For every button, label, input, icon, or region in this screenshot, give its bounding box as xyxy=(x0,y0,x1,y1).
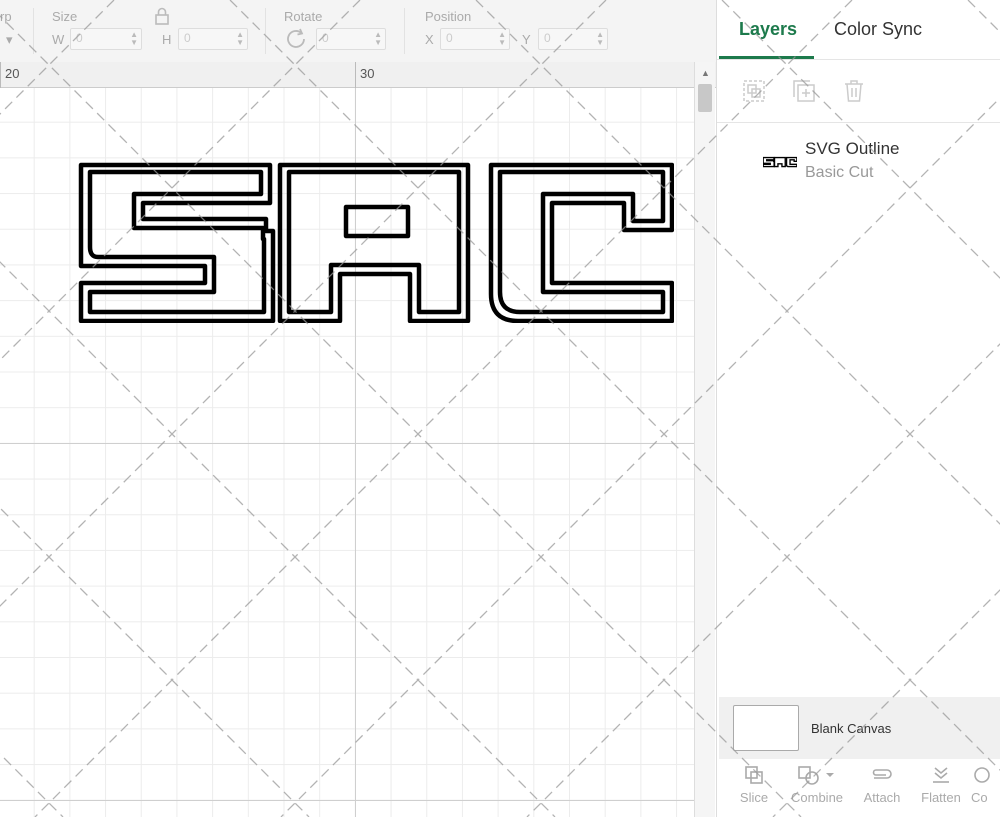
layer-tools-bar: Slice Combine Attach Flatten Co xyxy=(717,759,1000,817)
layer-actions xyxy=(717,60,1000,123)
x-stepper-icon[interactable]: ▲ ▼ xyxy=(498,31,506,47)
width-stepper-icon[interactable]: ▲ ▼ xyxy=(130,31,138,47)
position-label: Position xyxy=(425,9,472,24)
canvas-scrollbar[interactable]: ▲ xyxy=(694,62,715,817)
width-value: 0 xyxy=(76,31,83,45)
sac-outline-design[interactable] xyxy=(78,161,674,323)
edit-toolbar: rp ▾ Size W 0 ▲ ▼ H 0 ▲ ▼ Rotate 0 ▲ ▼ Posi… xyxy=(0,0,716,63)
toolbar-divider xyxy=(33,8,34,54)
tab-layers[interactable]: Layers xyxy=(739,19,797,40)
toolbar-partial-label: rp xyxy=(0,9,12,24)
scroll-up-icon[interactable]: ▲ xyxy=(701,68,710,78)
attach-label: Attach xyxy=(863,790,901,805)
layer-title: SVG Outline xyxy=(805,139,900,158)
duplicate-icon[interactable] xyxy=(791,78,817,104)
layer-operation: Basic Cut xyxy=(805,164,874,181)
canvas-background-row[interactable]: Blank Canvas xyxy=(719,697,1000,759)
contour-label: Co xyxy=(971,790,988,805)
toolbar-divider xyxy=(404,8,405,54)
combine-icon xyxy=(798,766,834,785)
letter-c-outer xyxy=(488,162,674,323)
contour-button[interactable]: Co xyxy=(971,764,1000,805)
letter-a-outer xyxy=(277,162,471,323)
ruler-mark-30: 30 xyxy=(360,66,375,81)
ruler-tick xyxy=(0,62,1,88)
letter-c-inner xyxy=(497,169,666,315)
attach-icon xyxy=(872,769,892,779)
x-label: X xyxy=(425,32,434,47)
slice-label: Slice xyxy=(739,790,769,805)
rotate-label: Rotate xyxy=(284,9,323,24)
toolbar-divider xyxy=(265,8,266,54)
x-value: 0 xyxy=(446,31,453,45)
letter-a-inner xyxy=(286,169,462,315)
ruler-tick xyxy=(355,62,356,88)
blank-canvas-swatch[interactable] xyxy=(733,705,799,751)
ruler-mark-20: 20 xyxy=(5,66,20,81)
letter-s-inner xyxy=(87,169,267,315)
slice-icon xyxy=(745,766,763,784)
scrollbar-thumb[interactable] xyxy=(698,84,712,112)
design-canvas[interactable] xyxy=(0,88,694,817)
horizontal-ruler: 20 30 xyxy=(0,62,716,88)
height-stepper-icon[interactable]: ▲ ▼ xyxy=(236,31,244,47)
y-stepper-icon[interactable]: ▲ ▼ xyxy=(596,31,604,47)
x-position-input[interactable]: 0 ▲ ▼ xyxy=(440,28,510,50)
flatten-label: Flatten xyxy=(921,790,961,805)
lock-icon[interactable] xyxy=(154,6,170,33)
rotate-input[interactable]: 0 ▲ ▼ xyxy=(316,28,386,50)
tab-color-sync[interactable]: Color Sync xyxy=(834,19,922,40)
contour-icon xyxy=(974,767,990,783)
combine-button[interactable]: Combine xyxy=(791,764,844,805)
y-value: 0 xyxy=(544,31,551,45)
y-label: Y xyxy=(522,32,531,47)
size-label: Size xyxy=(52,9,78,24)
group-icon[interactable] xyxy=(741,78,767,104)
flatten-icon xyxy=(933,767,949,783)
height-label: H xyxy=(162,32,172,47)
flatten-button[interactable]: Flatten xyxy=(916,764,966,805)
letter-a-counter xyxy=(343,204,411,239)
layer-thumbnail xyxy=(763,156,797,168)
blank-canvas-label: Blank Canvas xyxy=(811,721,892,736)
letter-s-outer xyxy=(78,162,276,323)
rotate-value: 0 xyxy=(322,31,329,45)
y-position-input[interactable]: 0 ▲ ▼ xyxy=(538,28,608,50)
dropdown-chevron-icon[interactable]: ▾ xyxy=(6,32,13,48)
rotate-icon[interactable] xyxy=(285,28,309,55)
layers-panel: Layers Color Sync SVG Outline Basic Cut … xyxy=(716,0,1000,817)
width-input[interactable]: 0 ▲ ▼ xyxy=(70,28,142,50)
rotate-stepper-icon[interactable]: ▲ ▼ xyxy=(374,31,382,47)
delete-icon[interactable] xyxy=(841,78,867,104)
layer-item[interactable]: SVG Outline Basic Cut xyxy=(717,125,1000,195)
width-label: W xyxy=(52,32,65,47)
attach-button[interactable]: Attach xyxy=(857,764,907,805)
height-value: 0 xyxy=(184,31,191,45)
slice-button[interactable]: Slice xyxy=(729,764,779,805)
combine-label: Combine xyxy=(791,790,844,805)
height-input[interactable]: 0 ▲ ▼ xyxy=(178,28,248,50)
